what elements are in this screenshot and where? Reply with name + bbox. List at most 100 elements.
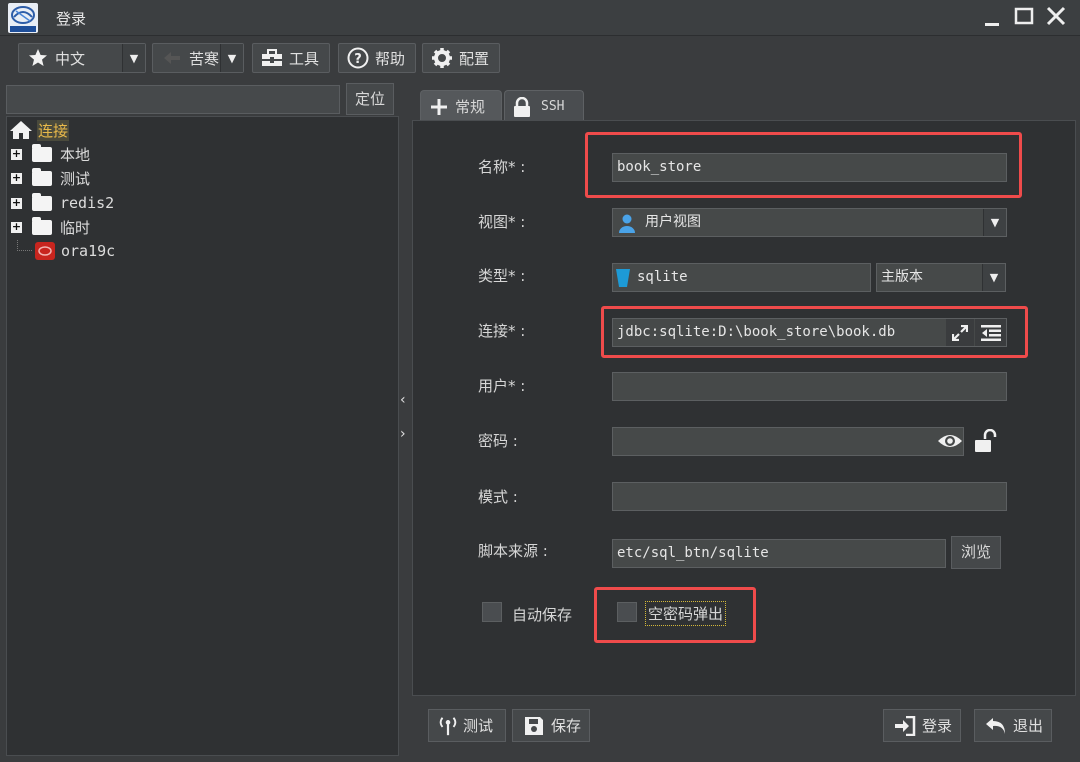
expand-icon[interactable]: + [11, 221, 22, 233]
empty-password-popup-checkbox[interactable] [617, 602, 637, 622]
login-button[interactable]: 登录 [883, 709, 961, 742]
expand-right-icon[interactable]: › [400, 426, 406, 442]
tree-node-label: 测试 [60, 169, 91, 188]
theme-icon [161, 47, 183, 69]
tree-leaf-ora19c[interactable]: ora19c [17, 239, 116, 262]
oracle-db-icon [35, 242, 55, 260]
view-label: 视图* : [478, 213, 526, 231]
script-source-field[interactable]: etc/sql_btn/sqlite [612, 539, 946, 568]
save-label: 保存 [551, 717, 582, 735]
tree-node-label: 临时 [60, 218, 91, 237]
expand-icon[interactable]: + [11, 172, 22, 184]
tree-node-temp[interactable]: + 临时 [11, 216, 90, 238]
folder-icon [32, 192, 52, 211]
user-label: 用户* : [478, 377, 526, 395]
tree-node-label: 本地 [60, 145, 91, 164]
help-label: 帮助 [375, 49, 406, 68]
tree-search-input[interactable] [6, 85, 340, 114]
exit-label: 退出 [1013, 717, 1044, 735]
password-field[interactable] [612, 427, 964, 456]
app-logo [8, 3, 38, 33]
home-icon [9, 120, 33, 140]
autosave-label: 自动保存 [512, 606, 573, 624]
window-title: 登录 [56, 10, 87, 28]
chevron-down-icon[interactable]: ▼ [983, 209, 1006, 236]
folder-icon [32, 143, 52, 162]
expand-icon[interactable]: + [11, 148, 22, 160]
version-select[interactable]: 主版本 ▼ [876, 263, 1006, 292]
connection-tree: 连接 + 本地 + 测试 + redis2 + 临时 ora19c [6, 116, 399, 756]
undo-icon [985, 715, 1007, 737]
browse-button[interactable]: 浏览 [951, 536, 1001, 569]
question-circle-icon: ? [347, 47, 369, 69]
config-label: 配置 [459, 49, 490, 68]
autosave-checkbox[interactable] [482, 602, 502, 622]
tree-line [17, 239, 32, 251]
connection-label: 连接* : [478, 322, 526, 340]
folder-icon [32, 216, 52, 235]
save-button[interactable]: 保存 [512, 709, 590, 742]
tab-general[interactable]: 常规 [420, 90, 502, 122]
type-label: 类型* : [478, 267, 526, 285]
tree-node-test[interactable]: + 测试 [11, 167, 90, 189]
chevron-down-icon[interactable]: ▼ [122, 44, 145, 72]
empty-password-popup-label: 空密码弹出 [645, 601, 727, 626]
exit-button[interactable]: 退出 [974, 709, 1052, 742]
view-value: 用户视图 [645, 214, 701, 230]
type-field[interactable]: sqlite [612, 263, 871, 292]
tools-label: 工具 [289, 49, 320, 68]
tree-node-local[interactable]: + 本地 [11, 143, 90, 165]
version-value: 主版本 [881, 269, 923, 285]
signal-icon [437, 715, 459, 737]
title-bar [0, 0, 1080, 36]
schema-field[interactable] [612, 482, 1007, 511]
tab-ssh[interactable]: SSH [504, 90, 584, 122]
name-field[interactable]: book_store [612, 153, 1007, 182]
toolbox-icon [261, 47, 283, 69]
password-label: 密码 : [478, 432, 518, 450]
tab-ssh-label: SSH [541, 99, 565, 114]
expand-icon[interactable] [946, 319, 974, 346]
name-label: 名称* : [478, 158, 526, 176]
tab-general-label: 常规 [455, 98, 486, 116]
maximize-icon[interactable] [1010, 4, 1038, 30]
panel-splitter[interactable]: ‹ › [399, 116, 411, 756]
language-select[interactable]: 中文 ▼ [18, 43, 146, 73]
close-icon[interactable] [1042, 4, 1070, 30]
sign-in-icon [894, 715, 916, 737]
tree-root[interactable]: 连接 [9, 119, 70, 141]
gear-icon [431, 47, 453, 69]
test-label: 测试 [463, 717, 494, 735]
expand-icon[interactable]: + [11, 197, 22, 209]
tree-leaf-label: ora19c [61, 242, 116, 260]
user-field[interactable] [612, 372, 1007, 401]
theme-value: 苦寒 [189, 49, 220, 68]
star-icon [27, 47, 49, 69]
chevron-down-icon[interactable]: ▼ [220, 44, 243, 72]
chevron-down-icon[interactable]: ▼ [982, 264, 1005, 291]
type-value: sqlite [637, 269, 688, 285]
test-button[interactable]: 测试 [428, 709, 506, 742]
user-icon [617, 213, 637, 233]
locate-button[interactable]: 定位 [346, 83, 394, 115]
language-value: 中文 [55, 49, 86, 68]
login-label: 登录 [922, 717, 953, 735]
help-button[interactable]: ? 帮助 [338, 43, 416, 73]
script-source-label: 脚本来源 : [478, 542, 548, 560]
view-select[interactable]: 用户视图 ▼ [612, 208, 1007, 237]
folder-icon [32, 167, 52, 186]
tree-node-label: redis2 [60, 194, 115, 212]
collapse-left-icon[interactable]: ‹ [400, 392, 406, 408]
connection-url-value: jdbc:sqlite:D:\book_store\book.db [617, 324, 896, 340]
unlock-icon[interactable] [972, 428, 998, 454]
svg-text:?: ? [354, 52, 362, 67]
config-button[interactable]: 配置 [422, 43, 500, 73]
eye-icon[interactable] [936, 429, 964, 453]
tree-node-redis2[interactable]: + redis2 [11, 192, 114, 214]
minimize-icon[interactable] [978, 4, 1006, 30]
tools-button[interactable]: 工具 [252, 43, 330, 73]
theme-select[interactable]: 苦寒 ▼ [152, 43, 244, 73]
plus-icon [431, 98, 447, 115]
lock-icon [513, 96, 531, 117]
format-indent-icon[interactable] [975, 319, 1006, 346]
